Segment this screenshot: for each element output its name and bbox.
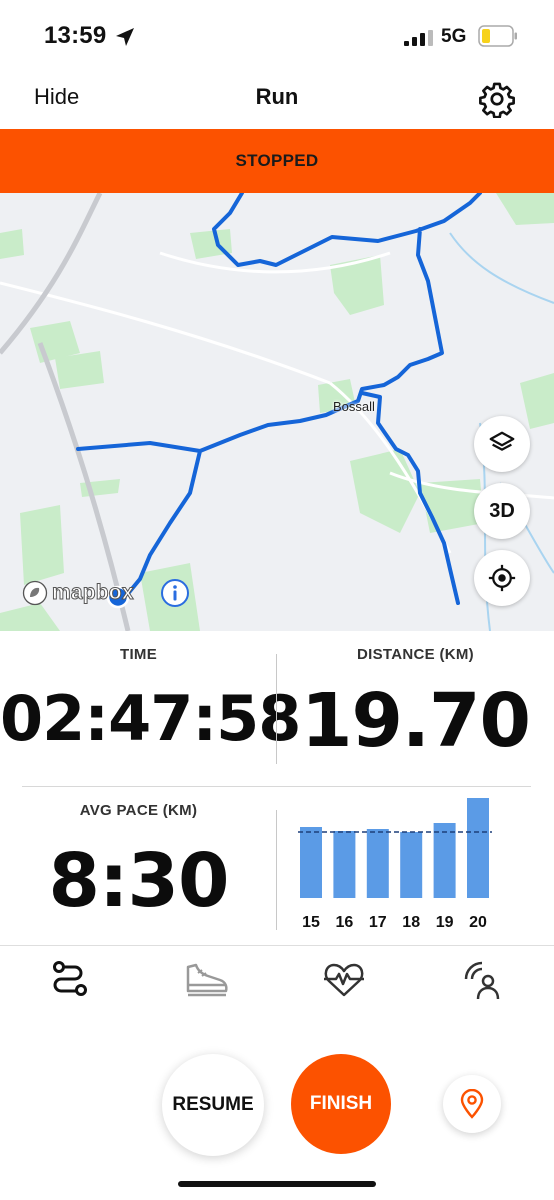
network-type: 5G <box>441 26 467 47</box>
time-label: TIME <box>119 646 158 663</box>
mapbox-logo: mapbox <box>22 579 134 607</box>
shoe-icon[interactable] <box>182 955 230 1003</box>
layers-icon <box>489 431 515 451</box>
stat-divider-horizontal <box>22 786 531 787</box>
split-bar <box>400 832 423 898</box>
distance-label: DISTANCE (KM) <box>357 646 474 663</box>
location-pin-icon <box>460 1089 484 1119</box>
avg-pace-value: 8:30 <box>48 838 229 924</box>
place-label: Bossall <box>333 399 375 414</box>
resume-button[interactable]: RESUME <box>162 1054 264 1156</box>
status-time: 13:59 <box>44 22 107 49</box>
stat-divider <box>276 810 277 930</box>
crosshair-icon <box>488 564 516 592</box>
location-arrow-icon <box>116 28 134 46</box>
split-bar <box>433 823 456 898</box>
locate-button[interactable] <box>474 550 530 606</box>
split-bar <box>300 827 322 898</box>
split-bar <box>333 831 356 898</box>
split-label: 17 <box>369 914 387 931</box>
heart-rate-icon[interactable] <box>320 955 368 1003</box>
battery-icon <box>478 25 517 47</box>
time-value: 02:47:58 <box>0 682 301 755</box>
home-indicator <box>178 1181 376 1187</box>
split-bar <box>366 829 389 898</box>
status-banner-text: STOPPED <box>235 151 319 170</box>
mapbox-wordmark: mapbox <box>52 581 135 605</box>
splits-chart: 15 16 17 18 19 20 <box>298 798 492 931</box>
tab-divider <box>0 945 554 946</box>
location-pin-button[interactable] <box>443 1075 501 1133</box>
split-label: 20 <box>469 914 487 931</box>
gear-icon[interactable] <box>478 80 516 118</box>
3d-toggle-button[interactable]: 3D <box>474 483 530 539</box>
status-banner: STOPPED <box>0 129 554 193</box>
split-label: 18 <box>402 914 420 931</box>
split-label: 15 <box>302 914 320 931</box>
split-label: 16 <box>336 914 354 931</box>
avg-pace-label: AVG PACE (KM) <box>79 802 198 819</box>
info-icon[interactable] <box>160 578 190 608</box>
distance-value: 19.70 <box>300 678 531 764</box>
split-bar <box>467 798 489 898</box>
page-title: Run <box>255 84 299 109</box>
route-map[interactable]: Bossall 3D mapbox <box>0 193 554 631</box>
route-icon[interactable] <box>44 955 92 1003</box>
signal-icon <box>404 30 433 46</box>
split-label: 19 <box>436 914 454 931</box>
layers-button[interactable] <box>474 416 530 472</box>
beacon-icon[interactable] <box>458 955 506 1003</box>
map-canvas <box>0 193 554 631</box>
finish-button[interactable]: FINISH <box>291 1054 391 1154</box>
mapbox-icon <box>22 580 48 606</box>
